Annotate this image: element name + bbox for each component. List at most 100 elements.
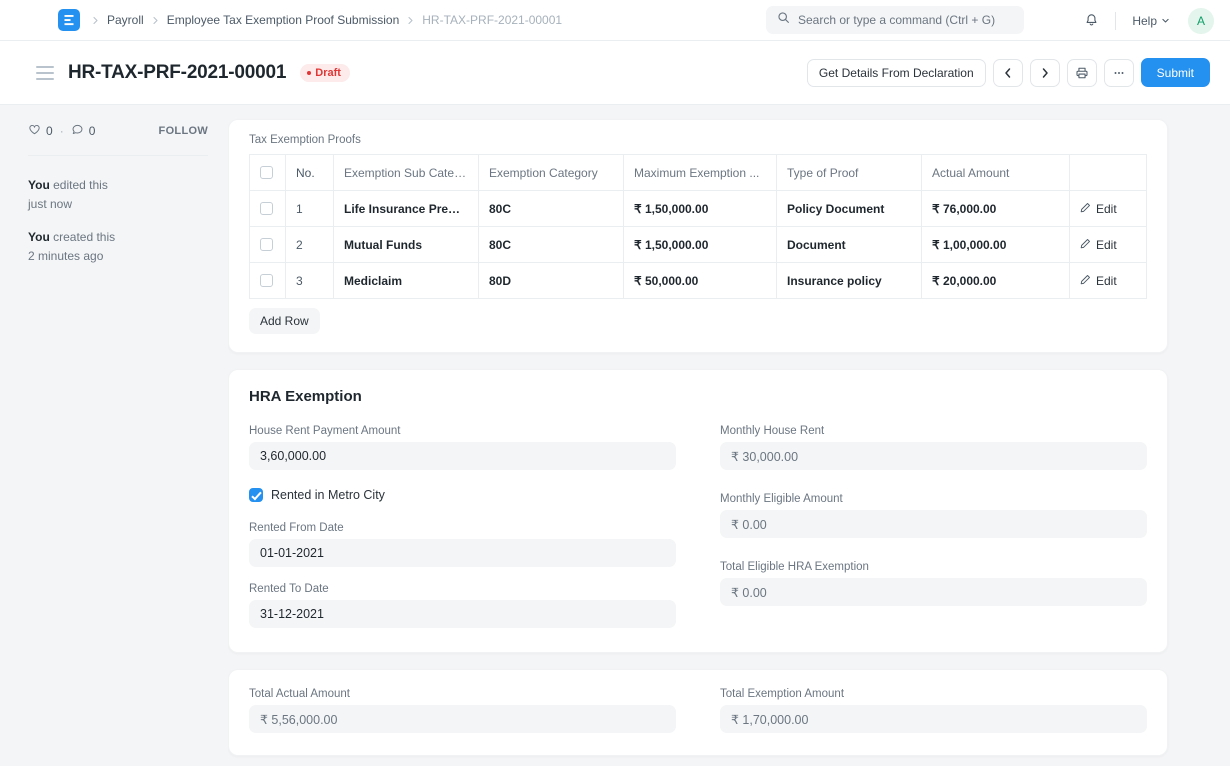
select-all-checkbox[interactable] <box>260 166 273 179</box>
activity-time: just now <box>28 195 208 214</box>
cell-category[interactable]: 80C <box>479 227 624 263</box>
row-edit-cell: Edit <box>1070 227 1147 263</box>
house-rent-payment-amount-label: House Rent Payment Amount <box>249 425 676 437</box>
breadcrumb-item-current: HR-TAX-PRF-2021-00001 <box>416 11 568 29</box>
more-options-button[interactable] <box>1104 59 1134 87</box>
next-document-button[interactable] <box>1030 59 1060 87</box>
cell-actual-amount[interactable]: ₹ 76,000.00 <box>922 191 1070 227</box>
help-menu-button[interactable]: Help <box>1126 10 1176 32</box>
row-edit-cell: Edit <box>1070 263 1147 299</box>
column-header-actual-amount[interactable]: Actual Amount <box>922 155 1070 191</box>
rented-in-metro-city-checkbox[interactable] <box>249 488 263 502</box>
cell-sub-category[interactable]: Mediclaim <box>334 263 479 299</box>
submit-button[interactable]: Submit <box>1141 58 1210 87</box>
breadcrumb-item-payroll[interactable]: Payroll <box>101 11 150 29</box>
cell-max-exemption[interactable]: ₹ 1,50,000.00 <box>624 227 777 263</box>
rented-to-date-input[interactable]: 31-12-2021 <box>249 600 676 628</box>
breadcrumb: Payroll Employee Tax Exemption Proof Sub… <box>90 11 568 29</box>
total-eligible-hra-exemption-field: Total Eligible HRA Exemption ₹ 0.00 <box>720 561 1147 606</box>
total-actual-amount-input[interactable]: ₹ 5,56,000.00 <box>249 705 676 733</box>
total-eligible-hra-exemption-label: Total Eligible HRA Exemption <box>720 561 1147 573</box>
rented-from-date-input[interactable]: 01-01-2021 <box>249 539 676 567</box>
previous-document-button[interactable] <box>993 59 1023 87</box>
table-row[interactable]: 3 Mediclaim 80D ₹ 50,000.00 Insurance po… <box>250 263 1147 299</box>
form-content: Tax Exemption Proofs No. <box>228 105 1230 766</box>
row-checkbox[interactable] <box>260 274 273 287</box>
edit-row-label: Edit <box>1096 238 1117 252</box>
monthly-house-rent-label: Monthly House Rent <box>720 425 1147 437</box>
breadcrumb-item-doctype[interactable]: Employee Tax Exemption Proof Submission <box>161 11 406 29</box>
total-exemption-amount-column: Total Exemption Amount ₹ 1,70,000.00 <box>720 688 1147 733</box>
breadcrumb-chevron-icon <box>90 16 101 25</box>
cell-proof-type[interactable]: Insurance policy <box>777 263 922 299</box>
row-index: 1 <box>286 191 334 227</box>
activity-actor: You <box>28 178 50 192</box>
get-details-from-declaration-button[interactable]: Get Details From Declaration <box>807 59 986 87</box>
row-select-cell <box>250 191 286 227</box>
sidebar-toggle-icon[interactable] <box>36 66 54 80</box>
row-edit-cell: Edit <box>1070 191 1147 227</box>
column-header-sub-category[interactable]: Exemption Sub Categ... <box>334 155 479 191</box>
table-row[interactable]: 2 Mutual Funds 80C ₹ 1,50,000.00 Documen… <box>250 227 1147 263</box>
cell-max-exemption[interactable]: ₹ 1,50,000.00 <box>624 191 777 227</box>
column-header-category[interactable]: Exemption Category <box>479 155 624 191</box>
cell-proof-type[interactable]: Policy Document <box>777 191 922 227</box>
pencil-icon <box>1080 202 1091 216</box>
like-button[interactable]: 0 <box>28 123 53 139</box>
column-header-proof-type[interactable]: Type of Proof <box>777 155 922 191</box>
add-row-button[interactable]: Add Row <box>249 308 320 334</box>
navbar-right: Help A <box>1077 0 1214 41</box>
total-eligible-hra-exemption-input[interactable]: ₹ 0.00 <box>720 578 1147 606</box>
monthly-house-rent-input[interactable]: ₹ 30,000.00 <box>720 442 1147 470</box>
cell-max-exemption[interactable]: ₹ 50,000.00 <box>624 263 777 299</box>
monthly-eligible-amount-input[interactable]: ₹ 0.00 <box>720 510 1147 538</box>
column-header-max-exemption[interactable]: Maximum Exemption ... <box>624 155 777 191</box>
cell-category[interactable]: 80D <box>479 263 624 299</box>
comment-button[interactable]: 0 <box>71 123 96 139</box>
edit-row-button[interactable]: Edit <box>1080 238 1117 252</box>
like-count: 0 <box>46 124 53 138</box>
edit-row-button[interactable]: Edit <box>1080 274 1117 288</box>
cell-actual-amount[interactable]: ₹ 20,000.00 <box>922 263 1070 299</box>
search-input[interactable] <box>798 13 1013 27</box>
avatar[interactable]: A <box>1188 8 1214 34</box>
total-exemption-amount-input[interactable]: ₹ 1,70,000.00 <box>720 705 1147 733</box>
activity-item: You edited this just now <box>28 176 208 213</box>
row-checkbox[interactable] <box>260 202 273 215</box>
hra-exemption-card: HRA Exemption House Rent Payment Amount … <box>228 369 1168 653</box>
follow-button[interactable]: FOLLOW <box>159 125 208 137</box>
house-rent-payment-amount-input[interactable]: 3,60,000.00 <box>249 442 676 470</box>
rented-from-date-field: Rented From Date 01-01-2021 <box>249 522 676 567</box>
total-exemption-amount-field: Total Exemption Amount ₹ 1,70,000.00 <box>720 688 1147 733</box>
status-badge: Draft <box>300 64 350 82</box>
navbar-left: Payroll Employee Tax Exemption Proof Sub… <box>16 9 568 31</box>
sidebar-divider <box>28 155 208 156</box>
house-rent-payment-amount-field: House Rent Payment Amount 3,60,000.00 <box>249 425 676 470</box>
print-icon[interactable] <box>1067 59 1097 87</box>
table-row[interactable]: 1 Life Insurance Premium 80C ₹ 1,50,000.… <box>250 191 1147 227</box>
cell-category[interactable]: 80C <box>479 191 624 227</box>
edit-row-button[interactable]: Edit <box>1080 202 1117 216</box>
rented-in-metro-city-label[interactable]: Rented in Metro City <box>271 488 385 502</box>
hra-section-title: HRA Exemption <box>249 388 1147 405</box>
cell-sub-category[interactable]: Life Insurance Premium <box>334 191 479 227</box>
column-header-no[interactable]: No. <box>286 155 334 191</box>
search-box[interactable] <box>766 6 1024 34</box>
row-checkbox[interactable] <box>260 238 273 251</box>
cell-sub-category[interactable]: Mutual Funds <box>334 227 479 263</box>
navbar: Payroll Employee Tax Exemption Proof Sub… <box>0 0 1230 41</box>
activity-item: You created this 2 minutes ago <box>28 228 208 265</box>
cell-proof-type[interactable]: Document <box>777 227 922 263</box>
cell-actual-amount[interactable]: ₹ 1,00,000.00 <box>922 227 1070 263</box>
notifications-bell-icon[interactable] <box>1077 7 1105 35</box>
monthly-eligible-amount-label: Monthly Eligible Amount <box>720 493 1147 505</box>
status-badge-label: Draft <box>315 67 341 79</box>
rented-from-date-label: Rented From Date <box>249 522 676 534</box>
activity-action: edited this <box>50 178 108 192</box>
comment-count: 0 <box>89 124 96 138</box>
activity-action: created this <box>50 230 115 244</box>
hra-left-column: House Rent Payment Amount 3,60,000.00 Re… <box>249 425 676 638</box>
comment-icon <box>71 123 84 139</box>
breadcrumb-chevron-icon <box>150 16 161 25</box>
app-logo-icon[interactable] <box>58 9 80 31</box>
